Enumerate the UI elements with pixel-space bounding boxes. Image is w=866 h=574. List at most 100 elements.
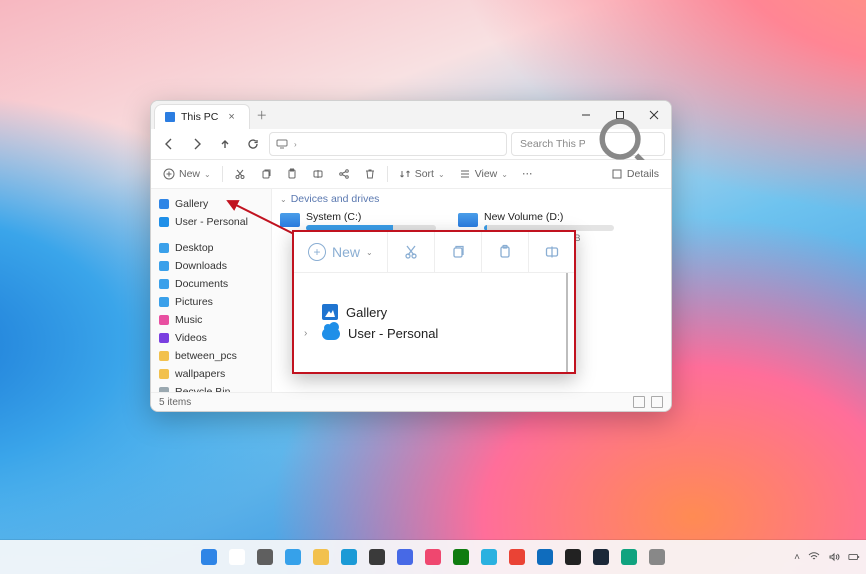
sidebar-item-between-pcs[interactable]: between_pcs — [155, 347, 267, 365]
taskbar-chrome[interactable] — [506, 546, 528, 568]
chevron-right-icon[interactable]: › — [304, 328, 314, 339]
taskbar-xbox[interactable] — [450, 546, 472, 568]
task-view-icon — [257, 549, 273, 565]
wifi-icon[interactable] — [808, 551, 820, 563]
sidebar-item-user-personal[interactable]: User - Personal — [155, 213, 267, 231]
taskbar-terminal[interactable] — [562, 546, 584, 568]
rename-button[interactable] — [529, 232, 575, 272]
taskbar-settings[interactable] — [394, 546, 416, 568]
nav-item-label: Gallery — [346, 305, 387, 320]
chevron-down-icon: ⌄ — [280, 195, 287, 204]
view-tiles-icon[interactable] — [651, 396, 663, 408]
sidebar-item-music[interactable]: Music — [155, 311, 267, 329]
more-button[interactable]: ⋯ — [516, 163, 539, 185]
details-button[interactable]: Details — [605, 163, 665, 185]
sidebar-item-pictures[interactable]: Pictures — [155, 293, 267, 311]
battery-icon[interactable] — [848, 551, 860, 563]
nav-icon — [159, 351, 169, 361]
taskbar-explorer[interactable] — [310, 546, 332, 568]
new-button[interactable]: + New ⌄ — [294, 232, 388, 272]
sidebar-item-wallpapers[interactable]: wallpapers — [155, 365, 267, 383]
group-label: Devices and drives — [291, 193, 380, 205]
store-icon — [369, 549, 385, 565]
up-button[interactable] — [213, 132, 237, 156]
rename-button[interactable] — [306, 163, 330, 185]
tab-title: This PC — [181, 111, 218, 123]
sidebar-item-documents[interactable]: Documents — [155, 275, 267, 293]
taskbar-start[interactable] — [198, 546, 220, 568]
taskbar-edge[interactable] — [338, 546, 360, 568]
cut-button[interactable] — [228, 163, 252, 185]
taskbar-widgets[interactable] — [282, 546, 304, 568]
edge-icon — [341, 549, 357, 565]
settings-icon — [397, 549, 413, 565]
sidebar-item-label: Pictures — [175, 296, 213, 308]
paste-button[interactable] — [482, 232, 529, 272]
details-label: Details — [627, 168, 659, 180]
search-input[interactable] — [518, 137, 587, 151]
start-icon — [201, 549, 217, 565]
refresh-button[interactable] — [241, 132, 265, 156]
tab-close-icon[interactable]: × — [224, 111, 238, 123]
zoom-nav-list: Gallery › User - Personal — [294, 273, 568, 372]
share-button[interactable] — [332, 163, 356, 185]
navigation-pane: Gallery User - Personal Desktop DownloadsDo… — [151, 189, 272, 392]
nav-icon — [159, 315, 169, 325]
nav-icon — [159, 217, 169, 227]
taskbar-app[interactable] — [646, 546, 668, 568]
app-icon — [649, 549, 665, 565]
tray-chevron-icon[interactable]: ˄ — [794, 552, 800, 563]
steam-icon — [593, 549, 609, 565]
forward-button[interactable] — [185, 132, 209, 156]
new-tab-button[interactable]: ＋ — [250, 101, 274, 129]
copy-button[interactable] — [435, 232, 482, 272]
drive-name: System (C:) — [306, 211, 436, 223]
back-button[interactable] — [157, 132, 181, 156]
copy-button[interactable] — [254, 163, 278, 185]
cut-button[interactable] — [388, 232, 435, 272]
view-button[interactable]: View⌄ — [453, 163, 514, 185]
nav-icon — [159, 261, 169, 271]
sort-button[interactable]: Sort⌄ — [393, 163, 451, 185]
sidebar-item-desktop[interactable]: Desktop — [155, 239, 267, 257]
nav-item-label: User - Personal — [348, 326, 438, 341]
tab-this-pc[interactable]: This PC × — [154, 104, 250, 129]
view-details-icon[interactable] — [633, 396, 645, 408]
chatgpt-icon — [621, 549, 637, 565]
taskbar-vscode[interactable] — [478, 546, 500, 568]
paste-button[interactable] — [280, 163, 304, 185]
search-box[interactable] — [511, 132, 665, 156]
nav-item-user-personal[interactable]: › User - Personal — [304, 326, 556, 341]
volume-icon[interactable] — [828, 551, 840, 563]
group-header-devices[interactable]: ⌄ Devices and drives — [272, 189, 671, 209]
sidebar-item-videos[interactable]: Videos — [155, 329, 267, 347]
new-label: New — [332, 244, 360, 260]
nav-row: › — [151, 129, 671, 160]
chrome-icon — [509, 549, 525, 565]
sidebar-item-downloads[interactable]: Downloads — [155, 257, 267, 275]
sidebar-item-label: Gallery — [175, 198, 208, 210]
desktop-wallpaper: This PC × ＋ — [0, 0, 866, 574]
taskbar-outlook[interactable] — [534, 546, 556, 568]
sidebar-item-recycle-bin[interactable]: Recycle Bin — [155, 383, 267, 392]
explorer-icon — [313, 549, 329, 565]
sidebar-item-label: Desktop — [175, 242, 214, 254]
nav-item-gallery[interactable]: Gallery — [304, 304, 556, 320]
taskbar-search[interactable] — [226, 546, 248, 568]
chevron-down-icon: ⌄ — [366, 248, 373, 257]
new-button[interactable]: New ⌄ — [157, 163, 217, 185]
taskbar-task-view[interactable] — [254, 546, 276, 568]
taskbar-chatgpt[interactable] — [618, 546, 640, 568]
delete-button[interactable] — [358, 163, 382, 185]
terminal-icon — [565, 549, 581, 565]
taskbar-photos[interactable] — [422, 546, 444, 568]
system-tray[interactable]: ˄ — [794, 551, 860, 563]
sort-label: Sort — [415, 168, 434, 180]
taskbar: ˄ — [0, 540, 866, 574]
taskbar-steam[interactable] — [590, 546, 612, 568]
chevron-right-icon: › — [294, 140, 297, 149]
sidebar-item-gallery[interactable]: Gallery — [155, 195, 267, 213]
address-bar[interactable]: › — [269, 132, 507, 156]
nav-icon — [159, 199, 169, 209]
taskbar-store[interactable] — [366, 546, 388, 568]
